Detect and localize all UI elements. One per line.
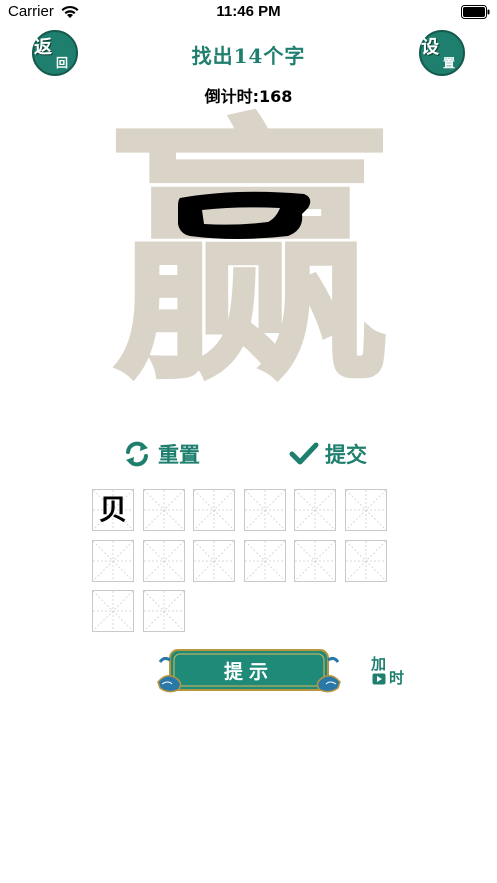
answer-cell[interactable] <box>142 590 185 632</box>
answer-cell-character <box>194 541 234 581</box>
reset-button[interactable]: 重置 <box>122 437 200 471</box>
settings-button[interactable]: 设 置 <box>419 30 465 76</box>
answer-cell-character <box>144 591 184 631</box>
found-stroke-highlight <box>178 191 311 239</box>
refresh-icon <box>126 441 148 467</box>
answer-cell-character <box>245 490 285 530</box>
puzzle-character: 赢 <box>109 88 391 420</box>
status-time: 11:46 PM <box>216 3 281 20</box>
add-time-label-sub: 时 <box>389 669 405 687</box>
answer-cell[interactable] <box>344 539 387 582</box>
answer-cell[interactable] <box>142 489 185 531</box>
answer-cell-character <box>93 541 133 581</box>
answer-cell-character <box>93 591 133 631</box>
hint-button[interactable]: 提示 <box>156 648 342 694</box>
answer-cell[interactable] <box>193 489 235 531</box>
answer-cell[interactable] <box>294 539 336 582</box>
answer-cell[interactable] <box>243 489 286 531</box>
answer-cell-character <box>295 541 335 581</box>
add-time-button[interactable]: 加 时 <box>369 651 407 689</box>
answer-cell-character <box>346 541 386 581</box>
answer-cell[interactable] <box>344 489 387 531</box>
submit-button-label: 提交 <box>325 442 367 467</box>
answer-cell[interactable]: 贝 <box>92 489 134 531</box>
battery-icon <box>461 5 490 19</box>
settings-button-label-main: 设 <box>421 37 439 58</box>
add-time-label-main: 加 <box>371 655 387 673</box>
answer-cell[interactable] <box>294 489 336 531</box>
answer-cell-character <box>194 490 234 530</box>
answer-cell-character <box>346 490 386 530</box>
answer-cell[interactable] <box>243 539 286 582</box>
settings-button-label-sub: 置 <box>443 56 456 70</box>
checkmark-icon <box>289 442 319 465</box>
puzzle-character-area[interactable]: 赢 <box>100 104 400 404</box>
reset-button-label: 重置 <box>158 442 200 467</box>
status-bar: Carrier 11:46 PM <box>0 0 497 28</box>
answer-cell-character <box>295 490 335 530</box>
video-icon <box>372 673 386 685</box>
answer-cell[interactable] <box>193 539 235 582</box>
answer-cell-character <box>144 541 184 581</box>
answer-cell[interactable] <box>92 539 134 582</box>
answer-cell-character: 贝 <box>98 493 127 526</box>
answer-cell[interactable] <box>92 590 134 632</box>
hint-button-label: 提示 <box>223 661 274 683</box>
answer-cell[interactable] <box>142 539 185 582</box>
answer-cell-character <box>144 490 184 530</box>
answer-cell-character <box>245 541 285 581</box>
submit-button[interactable]: 提交 <box>289 437 367 471</box>
